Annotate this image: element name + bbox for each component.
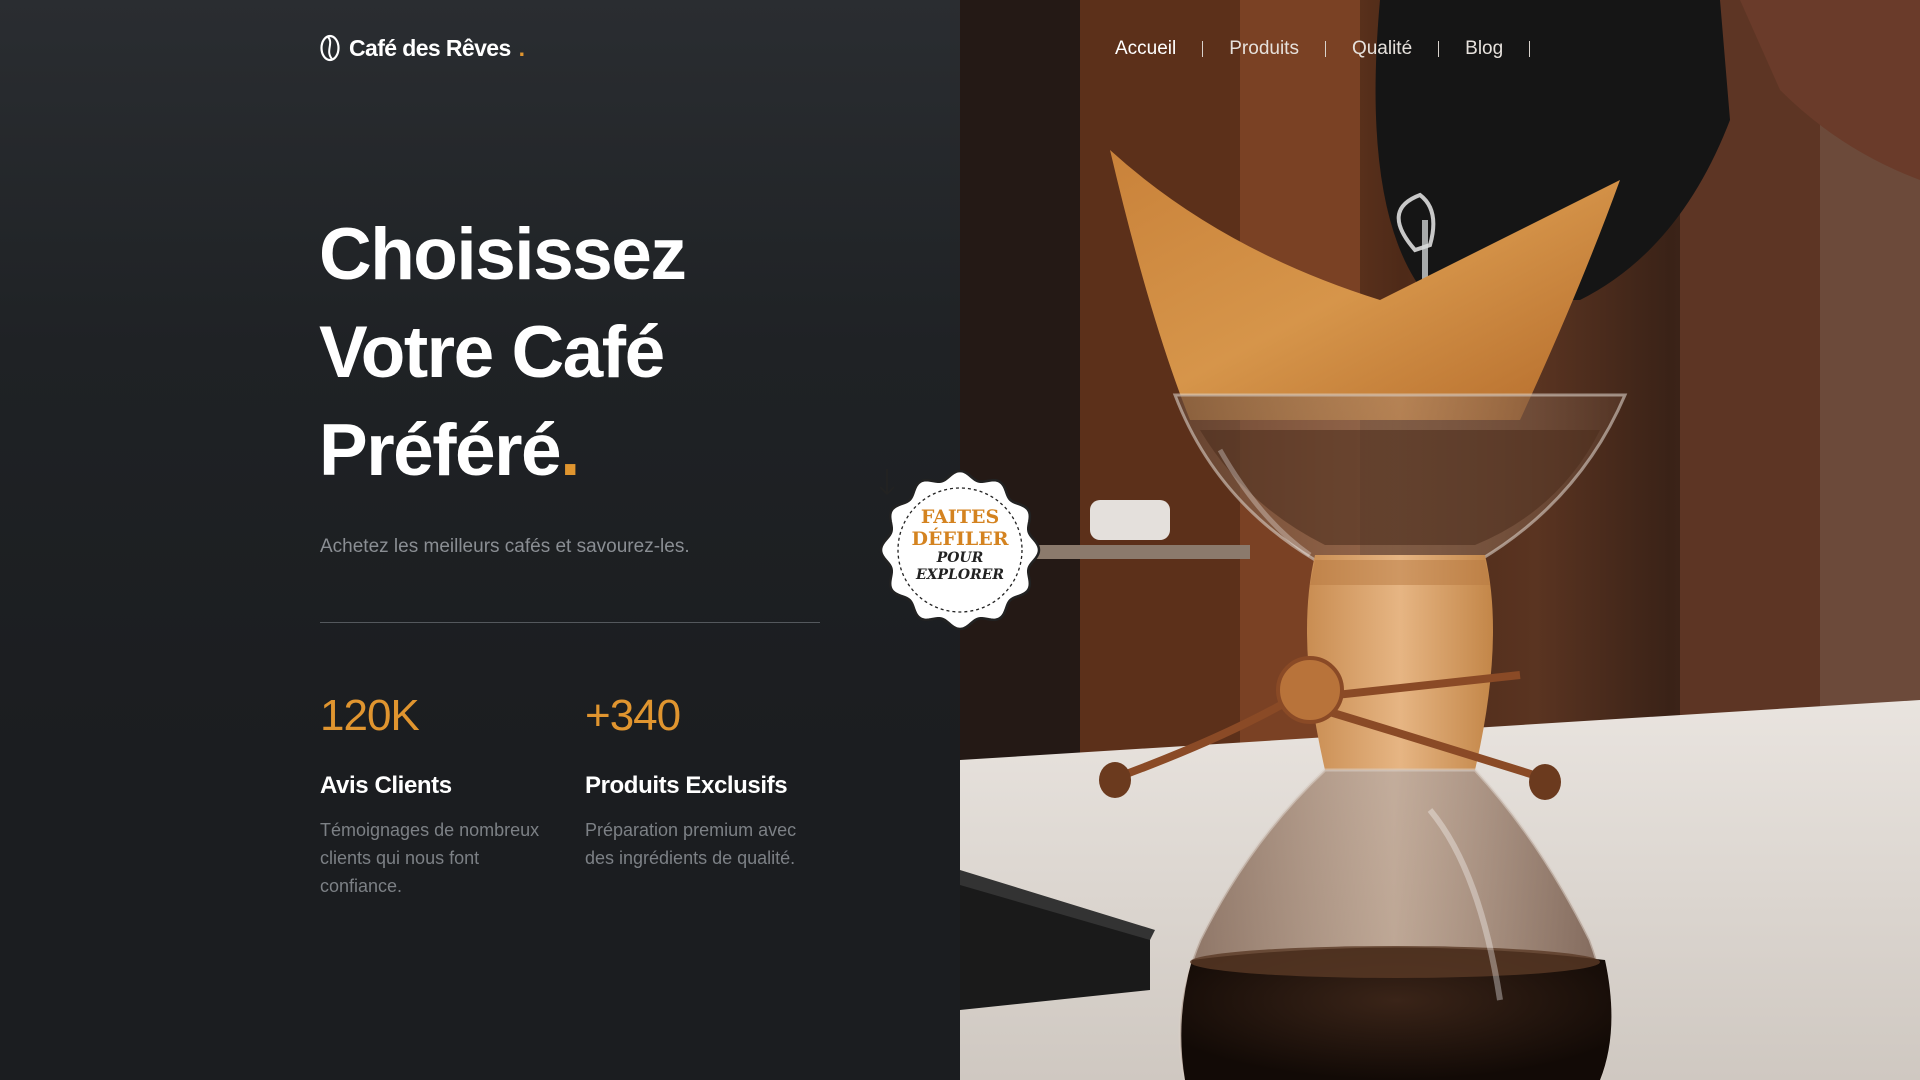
badge-line-3: POUR: [936, 550, 984, 566]
hero-image: [960, 0, 1920, 1080]
brand-dot: .: [518, 34, 525, 61]
hero-title: Choisissez Votre Café Préféré.: [319, 206, 687, 500]
coffee-bean-icon: [320, 34, 340, 62]
stat-title: Produits Exclusifs: [585, 772, 788, 799]
badge-text: FAITES DÉFILER POUR EXPLORER: [878, 506, 1042, 584]
divider: [320, 622, 820, 623]
hero-title-line-2: Votre Café: [319, 312, 665, 393]
nav-item-blog[interactable]: Blog: [1465, 38, 1503, 60]
nav-separator: [1324, 41, 1326, 57]
badge-line-1: FAITES: [920, 506, 1000, 528]
hero-subtitle: Achetez les meilleurs cafés et savourez-…: [320, 536, 690, 557]
brand-logo[interactable]: Café des Rêves.: [319, 34, 525, 62]
hero-left-panel: Café des Rêves. Choisissez Votre Café Pr…: [0, 0, 960, 1080]
nav-separator: [1529, 41, 1531, 57]
scroll-to-explore-badge[interactable]: FAITES DÉFILER POUR EXPLORER: [878, 468, 1042, 632]
stat-title: Avis Clients: [320, 772, 452, 799]
stat-description: Préparation premium avec des ingrédients…: [585, 820, 797, 868]
badge-line-2: DÉFILER: [911, 528, 1009, 550]
stat-reviews: 120K Avis Clients Témoignages de nombreu…: [320, 690, 560, 900]
brand-name: Café des Rêves: [349, 34, 511, 61]
stat-number: 120K: [320, 691, 420, 740]
main-nav: Accueil Produits Qualité Blog: [1115, 38, 1531, 60]
nav-item-accueil[interactable]: Accueil: [1115, 38, 1176, 60]
stat-products: +340 Produits Exclusifs Préparation prem…: [585, 690, 825, 872]
nav-separator: [1202, 41, 1204, 57]
nav-item-produits[interactable]: Produits: [1229, 38, 1299, 60]
chemex-pour-over-photo: [960, 0, 1920, 1080]
nav-separator: [1438, 41, 1440, 57]
hero-title-dot: .: [560, 410, 580, 491]
stat-description: Témoignages de nombreux clients qui nous…: [320, 820, 540, 896]
hero-title-line-1: Choisissez: [319, 214, 687, 295]
stat-number: +340: [585, 691, 681, 740]
nav-item-qualite[interactable]: Qualité: [1352, 38, 1412, 60]
badge-line-4: EXPLORER: [915, 567, 1005, 583]
arrow-down-icon: [879, 469, 895, 496]
hero-title-line-3: Préféré: [319, 410, 562, 491]
